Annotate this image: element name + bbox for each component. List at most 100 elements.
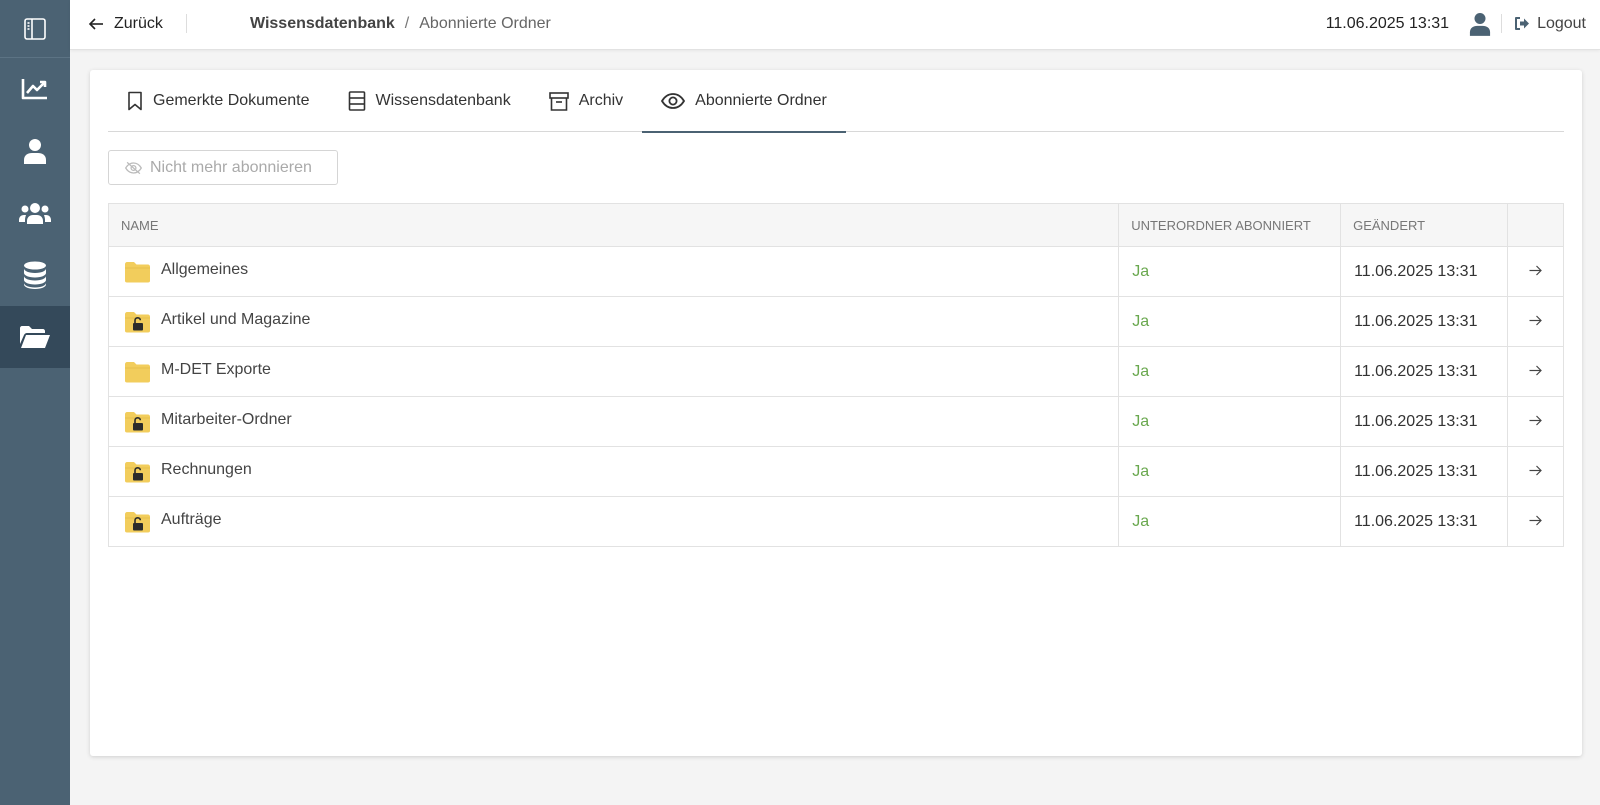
header-divider xyxy=(186,14,187,33)
cell-changed: 11.06.2025 13:31 xyxy=(1340,496,1509,547)
tab-label: Abonnierte Ordner xyxy=(695,92,827,109)
sidebar-item-folders[interactable] xyxy=(0,306,70,368)
column-header-subfolders[interactable]: UNTERORDNER ABONNIERT xyxy=(1118,203,1342,247)
open-folder-button[interactable] xyxy=(1507,446,1564,497)
arrow-right-icon xyxy=(1529,315,1542,325)
folder-name[interactable]: Mitarbeiter-Ordner xyxy=(161,411,292,429)
folder-open-icon xyxy=(20,326,50,348)
sidebar-item-statistics[interactable] xyxy=(0,58,70,120)
unsubscribe-label: Nicht mehr abonnieren xyxy=(150,158,312,176)
open-folder-button[interactable] xyxy=(1507,496,1564,547)
tab-gemerkte-dokumente[interactable]: Gemerkte Dokumente xyxy=(108,70,329,132)
cell-changed: 11.06.2025 13:31 xyxy=(1340,246,1509,297)
sidebar-item-user[interactable] xyxy=(0,120,70,182)
cell-subfolders: Ja xyxy=(1118,296,1342,347)
cell-name: Artikel und Magazine xyxy=(107,296,1120,347)
table-row[interactable]: M-DET Exporte Ja 11.06.2025 13:31 xyxy=(107,346,1564,397)
header-datetime: 11.06.2025 13:31 xyxy=(1325,14,1450,32)
archive-icon xyxy=(548,91,569,111)
breadcrumb-root-link[interactable]: Wissensdatenbank xyxy=(250,15,395,33)
logout-icon xyxy=(1515,17,1530,30)
arrow-right-icon xyxy=(1529,515,1542,525)
sidebar-item-database[interactable] xyxy=(0,244,70,306)
chart-line-icon xyxy=(21,79,47,100)
column-header-name[interactable]: NAME xyxy=(107,203,1120,247)
table-row[interactable]: Artikel und Magazine Ja 11.06.2025 13:31 xyxy=(107,296,1564,347)
top-header: Zurück Wissensdatenbank / Abonnierte Ord… xyxy=(70,0,1600,50)
bookmark-icon xyxy=(128,91,142,111)
open-folder-button[interactable] xyxy=(1507,396,1564,447)
sidebar-toggle-icon xyxy=(24,17,46,40)
tab-abonnierte-ordner[interactable]: Abonnierte Ordner xyxy=(642,70,846,133)
breadcrumb: Wissensdatenbank / Abonnierte Ordner xyxy=(250,0,551,47)
cell-subfolders: Ja xyxy=(1118,496,1342,547)
folder-unlocked-icon xyxy=(125,411,150,432)
sidebar-item-users[interactable] xyxy=(0,182,70,244)
cell-changed: 11.06.2025 13:31 xyxy=(1340,396,1509,447)
unsubscribe-button[interactable]: Nicht mehr abonnieren xyxy=(108,150,338,185)
table-header-row: NAME UNTERORDNER ABONNIERT GEÄNDERT xyxy=(107,203,1564,247)
user-menu-button[interactable] xyxy=(1469,12,1491,36)
folder-name[interactable]: Allgemeines xyxy=(161,261,248,279)
main-card: Gemerkte Dokumente Wissensdatenbank Arch… xyxy=(90,70,1582,756)
open-folder-button[interactable] xyxy=(1507,246,1564,297)
cell-name: Rechnungen xyxy=(107,446,1120,497)
open-folder-button[interactable] xyxy=(1507,346,1564,397)
folder-name-wrapper: Aufträge xyxy=(122,511,1118,533)
arrow-right-icon xyxy=(1529,415,1542,425)
folder-name-wrapper: Mitarbeiter-Ordner xyxy=(122,411,1118,433)
cell-changed: 11.06.2025 13:31 xyxy=(1340,296,1509,347)
cell-changed: 11.06.2025 13:31 xyxy=(1340,446,1509,497)
folder-name[interactable]: Aufträge xyxy=(161,511,221,529)
breadcrumb-current: Abonnierte Ordner xyxy=(419,14,551,32)
folder-unlocked-icon xyxy=(125,311,150,332)
tab-wissensdatenbank[interactable]: Wissensdatenbank xyxy=(329,70,530,132)
eye-icon xyxy=(661,93,686,109)
column-header-actions xyxy=(1507,203,1564,247)
database-icon xyxy=(24,261,46,289)
table-row[interactable]: Allgemeines Ja 11.06.2025 13:31 xyxy=(107,246,1564,297)
users-icon xyxy=(19,203,51,224)
header-right: 11.06.2025 13:31 Logout xyxy=(1326,0,1586,47)
cell-name: M-DET Exporte xyxy=(107,346,1120,397)
user-icon xyxy=(1469,12,1491,36)
folder-icon xyxy=(125,361,150,382)
arrow-right-icon xyxy=(1529,365,1542,375)
back-label: Zurück xyxy=(114,14,163,32)
logout-button[interactable]: Logout xyxy=(1514,15,1586,33)
folder-name[interactable]: Artikel und Magazine xyxy=(161,311,310,329)
back-button[interactable]: Zurück xyxy=(88,0,163,47)
cell-changed: 11.06.2025 13:31 xyxy=(1340,346,1509,397)
cell-name: Aufträge xyxy=(107,496,1120,547)
table-row[interactable]: Aufträge Ja 11.06.2025 13:31 xyxy=(107,496,1564,547)
table-row[interactable]: Rechnungen Ja 11.06.2025 13:31 xyxy=(107,446,1564,497)
folder-name-wrapper: Allgemeines xyxy=(122,261,1118,283)
subscribed-folders-table: NAME UNTERORDNER ABONNIERT GEÄNDERT Allg… xyxy=(107,203,1564,547)
user-icon xyxy=(24,139,46,164)
column-header-changed[interactable]: GEÄNDERT xyxy=(1340,203,1509,247)
arrow-right-icon xyxy=(1529,265,1542,275)
sidebar-toggle[interactable] xyxy=(0,0,70,58)
sidebar xyxy=(0,0,70,805)
open-folder-button[interactable] xyxy=(1507,296,1564,347)
tab-archiv[interactable]: Archiv xyxy=(530,70,642,132)
folder-name-wrapper: Rechnungen xyxy=(122,461,1118,483)
table-row[interactable]: Mitarbeiter-Ordner Ja 11.06.2025 13:31 xyxy=(107,396,1564,447)
cell-subfolders: Ja xyxy=(1118,246,1342,297)
cell-subfolders: Ja xyxy=(1118,346,1342,397)
arrow-left-icon xyxy=(88,17,103,30)
folder-icon xyxy=(125,261,150,282)
logout-label: Logout xyxy=(1537,14,1586,32)
folder-unlocked-icon xyxy=(125,461,150,482)
tab-label: Wissensdatenbank xyxy=(375,92,511,109)
folder-name[interactable]: M-DET Exporte xyxy=(161,361,271,379)
breadcrumb-separator: / xyxy=(404,14,410,32)
book-icon xyxy=(348,91,365,111)
folder-name[interactable]: Rechnungen xyxy=(161,461,252,479)
tab-label: Gemerkte Dokumente xyxy=(153,92,310,109)
folder-name-wrapper: Artikel und Magazine xyxy=(122,311,1118,333)
cell-subfolders: Ja xyxy=(1118,396,1342,447)
header-divider xyxy=(1501,14,1503,33)
arrow-right-icon xyxy=(1529,465,1542,475)
eye-slash-icon xyxy=(125,161,142,174)
